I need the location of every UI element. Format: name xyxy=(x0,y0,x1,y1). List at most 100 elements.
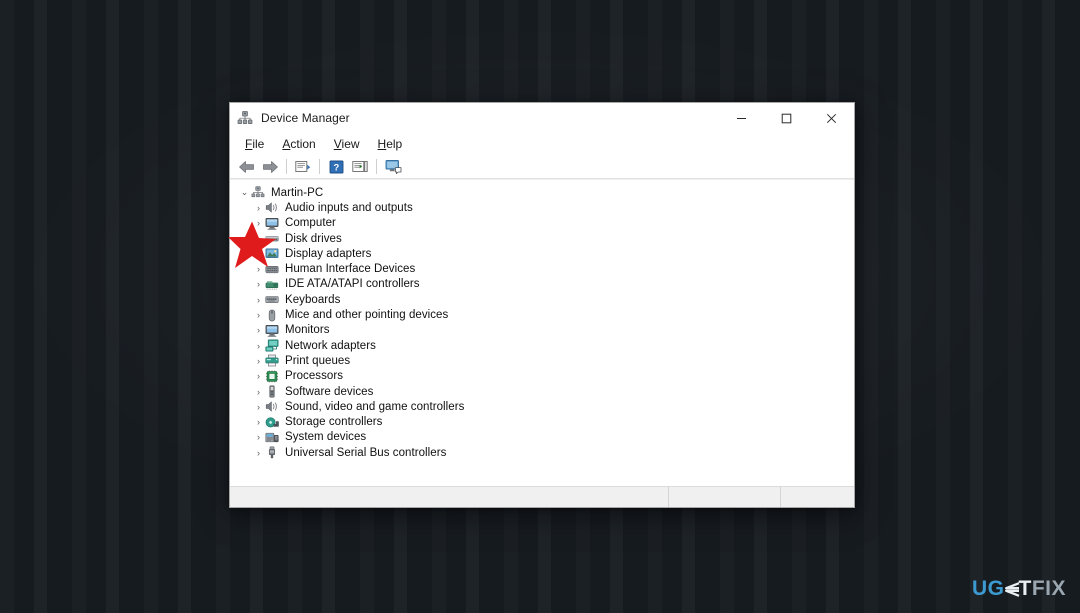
tree-item-audio-inputs-and-outputs[interactable]: › Audio inputs and outputs xyxy=(230,200,854,215)
watermark-part-t: T xyxy=(1018,577,1032,600)
tree-item-label: IDE ATA/ATAPI controllers xyxy=(285,278,420,291)
tree-item-print-queues[interactable]: › Print queues xyxy=(230,353,854,368)
svg-text:?: ? xyxy=(333,162,339,173)
chevron-right-icon[interactable]: › xyxy=(252,341,265,351)
title-bar[interactable]: Device Manager xyxy=(230,103,854,133)
tree-item-label: Software devices xyxy=(285,385,374,398)
chevron-right-icon[interactable]: › xyxy=(252,234,265,244)
device-manager-window: Device Manager File Action View Help ? ⌄… xyxy=(229,102,855,508)
chevron-right-icon[interactable]: › xyxy=(252,402,265,412)
back-button[interactable] xyxy=(235,156,257,178)
tree-item-root[interactable]: ⌄ Martin-PC xyxy=(230,185,854,200)
help-question-icon: ? xyxy=(329,160,343,173)
chevron-right-icon[interactable]: › xyxy=(252,295,265,305)
menu-item-file[interactable]: File xyxy=(236,135,273,153)
monitor-icon xyxy=(265,217,279,230)
tree-item-label: Audio inputs and outputs xyxy=(285,201,413,214)
chevron-right-icon[interactable]: › xyxy=(252,356,265,366)
mouse-icon xyxy=(265,309,279,322)
watermark-part-e xyxy=(1004,581,1020,598)
chevron-right-icon[interactable]: › xyxy=(252,264,265,274)
tree-item-label: Mice and other pointing devices xyxy=(285,309,449,322)
computer-root-icon xyxy=(251,186,265,199)
properties-icon xyxy=(295,160,311,172)
status-pane-secondary xyxy=(669,487,781,507)
speaker-icon xyxy=(265,201,279,214)
tree-item-label: Storage controllers xyxy=(285,416,383,429)
display-adapter-icon xyxy=(265,247,279,260)
tree-item-label: Monitors xyxy=(285,324,330,337)
menu-item-help[interactable]: Help xyxy=(369,135,412,153)
network-adapter-icon xyxy=(265,339,279,352)
close-button[interactable] xyxy=(809,103,854,133)
speaker-icon xyxy=(265,400,279,413)
help-button[interactable]: ? xyxy=(325,156,347,178)
tree-item-label: Human Interface Devices xyxy=(285,263,416,276)
maximize-button[interactable] xyxy=(764,103,809,133)
software-device-icon xyxy=(265,385,279,398)
tree-item-network-adapters[interactable]: › Network adapters xyxy=(230,338,854,353)
tree-item-label: Computer xyxy=(285,217,336,230)
tree-item-display-adapters[interactable]: › Display adapters xyxy=(230,246,854,261)
menu-item-action[interactable]: Action xyxy=(273,135,324,153)
status-pane-tertiary xyxy=(781,487,854,507)
tree-item-ide-ata-atapi-controllers[interactable]: › IDE ATA/ATAPI controllers xyxy=(230,277,854,292)
tree-item-label: Network adapters xyxy=(285,339,376,352)
desktop-background: Device Manager File Action View Help ? ⌄… xyxy=(0,0,1080,613)
tree-item-processors[interactable]: › Processors xyxy=(230,369,854,384)
status-bar xyxy=(230,486,854,507)
tree-item-sound-video-and-game-controllers[interactable]: › Sound, video and game controllers xyxy=(230,399,854,414)
chevron-right-icon[interactable]: › xyxy=(252,325,265,335)
device-manager-icon xyxy=(237,110,253,126)
toolbar-separator-2 xyxy=(319,159,320,174)
forward-button[interactable] xyxy=(259,156,281,178)
watermark-part-fix: FIX xyxy=(1031,577,1066,600)
forward-arrow-icon xyxy=(262,160,278,173)
chevron-right-icon[interactable]: › xyxy=(252,371,265,381)
storage-controller-icon xyxy=(265,416,279,429)
tree-item-system-devices[interactable]: › System devices xyxy=(230,430,854,445)
tree-item-universal-serial-bus-controllers[interactable]: › Universal Serial Bus controllers xyxy=(230,445,854,460)
tree-item-storage-controllers[interactable]: › Storage controllers xyxy=(230,414,854,429)
system-device-icon xyxy=(265,431,279,444)
chevron-right-icon[interactable]: › xyxy=(252,203,265,213)
chevron-right-icon[interactable]: › xyxy=(252,279,265,289)
tree-item-label: Display adapters xyxy=(285,247,372,260)
printer-icon xyxy=(265,354,279,367)
tree-item-keyboards[interactable]: › Keyboards xyxy=(230,292,854,307)
tree-item-disk-drives[interactable]: › Disk drives xyxy=(230,231,854,246)
scan-for-hardware-changes-icon xyxy=(385,160,401,174)
show-hidden-devices-button[interactable] xyxy=(349,156,371,178)
tree-item-software-devices[interactable]: › Software devices xyxy=(230,384,854,399)
minimize-button[interactable] xyxy=(719,103,764,133)
scan-hardware-button[interactable] xyxy=(382,156,404,178)
tree-item-mice-and-other-pointing-devices[interactable]: › Mice and other pointing devices xyxy=(230,307,854,322)
tree-item-computer[interactable]: › Computer xyxy=(230,216,854,231)
tree-item-label: Processors xyxy=(285,370,344,383)
tree-item-human-interface-devices[interactable]: › Human Interface Devices xyxy=(230,261,854,276)
watermark-logo: UG T FIX xyxy=(972,577,1066,601)
menu-item-view[interactable]: View xyxy=(325,135,369,153)
tree-item-label: Universal Serial Bus controllers xyxy=(285,446,447,459)
tree-item-label: System devices xyxy=(285,431,367,444)
window-title: Device Manager xyxy=(261,111,350,125)
toolbar-separator-1 xyxy=(286,159,287,174)
usb-icon xyxy=(265,446,279,459)
ide-controller-icon xyxy=(265,278,279,291)
device-tree[interactable]: ⌄ Martin-PC › Audio inputs and outputs ›… xyxy=(230,179,854,486)
chevron-right-icon[interactable]: › xyxy=(252,249,265,259)
chevron-down-icon[interactable]: ⌄ xyxy=(238,187,251,198)
tree-item-monitors[interactable]: › Monitors xyxy=(230,323,854,338)
toolbar: ? xyxy=(230,155,854,179)
chevron-right-icon[interactable]: › xyxy=(252,448,265,458)
keyboard-icon xyxy=(265,293,279,306)
properties-button[interactable] xyxy=(292,156,314,178)
chevron-right-icon[interactable]: › xyxy=(252,417,265,427)
chevron-right-icon[interactable]: › xyxy=(252,310,265,320)
chevron-right-icon[interactable]: › xyxy=(252,432,265,442)
status-pane-main xyxy=(230,487,669,507)
processor-icon xyxy=(265,370,279,383)
watermark-part-ug: UG xyxy=(972,577,1005,600)
chevron-right-icon[interactable]: › xyxy=(252,387,265,397)
chevron-right-icon[interactable]: › xyxy=(252,218,265,228)
